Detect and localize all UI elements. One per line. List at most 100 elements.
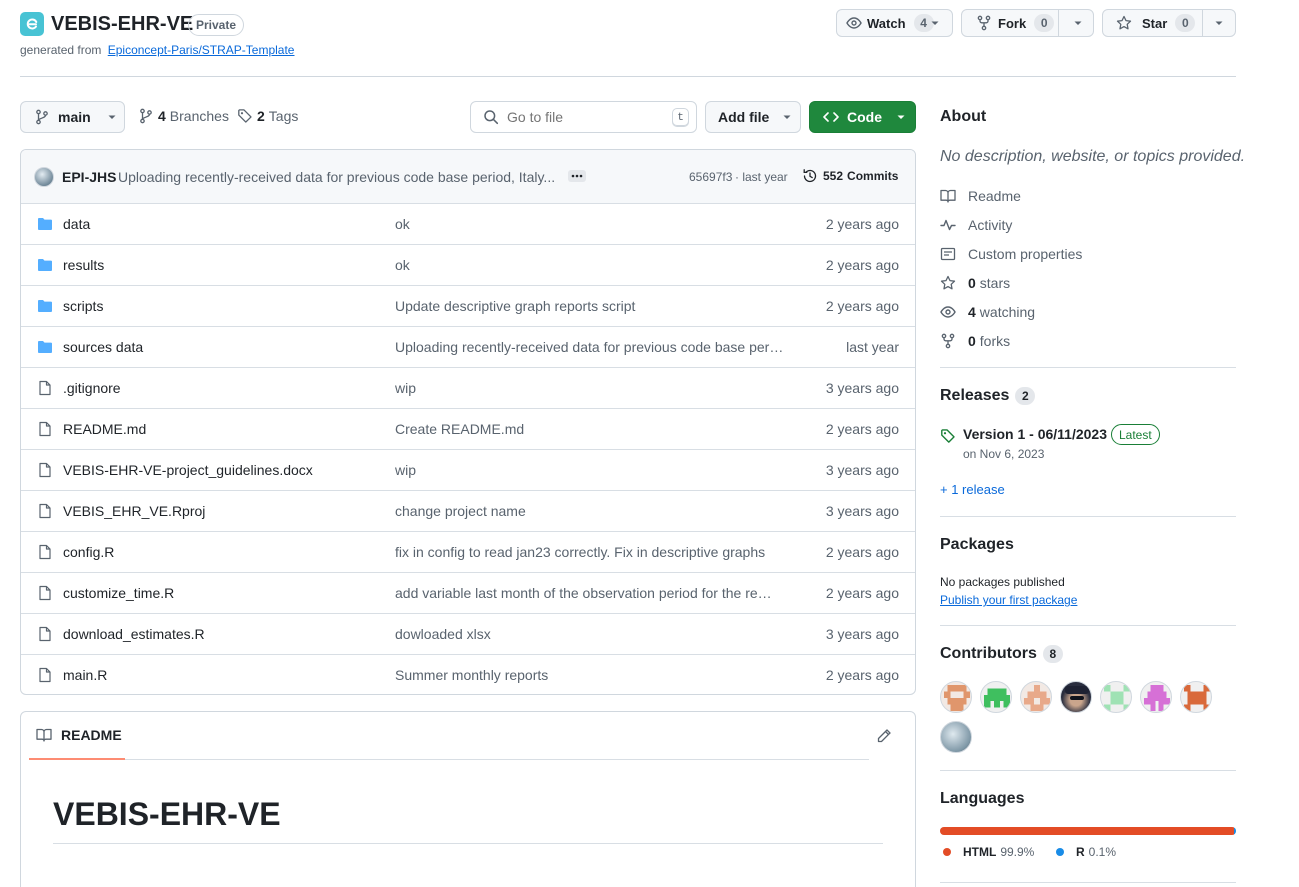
avatar[interactable] [1140,681,1172,713]
file-name[interactable]: .gitignore [63,380,121,396]
fork-button[interactable]: Fork 0 [962,10,1059,36]
file-commit-message[interactable]: Uploading recently-received data for pre… [395,339,785,355]
pulse-icon [940,217,968,233]
latest-badge: Latest [1111,424,1160,445]
fork-button-group: Fork 0 [961,9,1094,37]
file-icon [37,544,53,560]
about-description: No description, website, or topics provi… [940,148,1246,165]
add-file-button[interactable]: Add file [705,101,801,133]
file-icon [37,421,53,437]
avatar[interactable] [1060,681,1092,713]
visibility-badge: Private [188,14,245,36]
file-commit-message[interactable]: change project name [395,503,790,519]
file-row[interactable]: VEBIS-EHR-VE-project_guidelines.docx wip… [21,449,915,490]
avatar[interactable] [1020,681,1052,713]
activity-link[interactable]: Activity [940,215,1012,235]
file-commit-message[interactable]: Create README.md [395,421,790,437]
readme-link[interactable]: Readme [940,186,1021,206]
file-commit-message[interactable]: wip [395,380,790,396]
publish-package-link[interactable]: Publish your first package [940,593,1077,607]
languages-title: Languages [940,790,1025,807]
file-name[interactable]: VEBIS-EHR-VE-project_guidelines.docx [63,462,313,478]
releases-title[interactable]: Releases 2 [940,387,1036,405]
language-item[interactable]: HTML 99.9% [943,845,1034,859]
releases-count: 2 [1015,387,1036,405]
file-row[interactable]: data ok 2 years ago [21,203,915,244]
file-name[interactable]: download_estimates.R [63,626,205,642]
watching-count: 4 [968,304,976,320]
file-commit-message[interactable]: dowloaded xlsx [395,626,790,642]
fork-dropdown-icon[interactable] [1072,17,1084,29]
file-row[interactable]: results ok 2 years ago [21,244,915,285]
file-commit-message[interactable]: Update descriptive graph reports script [395,298,790,314]
readme-tab[interactable]: README [29,712,125,760]
language-item[interactable]: R 0.1% [1056,845,1116,859]
template-link[interactable]: Epiconcept-Paris/STRAP-Template [108,43,295,57]
avatar[interactable] [940,721,972,753]
code-button[interactable]: Code [809,101,916,133]
avatar[interactable] [980,681,1012,713]
file-name[interactable]: sources data [63,339,143,355]
file-row[interactable]: config.R fix in config to read jan23 cor… [21,531,915,572]
avatar[interactable] [940,681,972,713]
commit-time: · last year [735,170,788,184]
search-input[interactable] [507,109,657,125]
tag-icon [940,428,956,444]
release-name[interactable]: Version 1 - 06/11/2023 [963,426,1107,442]
file-name[interactable]: main.R [63,667,107,683]
file-commit-message[interactable]: ok [395,257,790,273]
commits-link[interactable]: 552 Commits [802,168,898,184]
file-commit-message[interactable]: wip [395,462,790,478]
avatar[interactable] [1100,681,1132,713]
file-commit-message[interactable]: Summer monthly reports [395,667,790,683]
file-name[interactable]: results [63,257,104,273]
repo-name[interactable]: VEBIS-EHR-VE [51,13,193,36]
file-name[interactable]: data [63,216,90,232]
file-row[interactable]: download_estimates.R dowloaded xlsx 3 ye… [21,613,915,654]
stars-count: 0 [968,275,976,291]
watch-dropdown-icon[interactable] [929,17,941,29]
file-name[interactable]: config.R [63,544,114,560]
file-row[interactable]: main.R Summer monthly reports 2 years ag… [21,654,915,694]
go-to-file-search[interactable]: t [470,101,697,133]
commit-hash[interactable]: 65697f3 [689,170,732,184]
file-commit-message[interactable]: fix in config to read jan23 correctly. F… [395,544,785,560]
file-name[interactable]: README.md [63,421,146,437]
activity-label: Activity [968,217,1013,233]
file-row[interactable]: VEBIS_EHR_VE.Rproj change project name 3… [21,490,915,531]
tags-link[interactable]: 2 Tags [237,108,298,124]
file-row[interactable]: .gitignore wip 3 years ago [21,367,915,408]
file-name[interactable]: scripts [63,298,103,314]
readme-heading-rule [53,843,883,844]
file-commit-message[interactable]: add variable last month of the observati… [395,585,777,601]
file-row[interactable]: customize_time.R add variable last month… [21,572,915,613]
contributors-title[interactable]: Contributors 8 [940,645,1063,663]
avatar[interactable] [1180,681,1212,713]
edit-icon[interactable] [876,728,892,744]
book-icon [940,188,968,204]
watch-button[interactable]: Watch 4 [837,10,934,36]
file-name[interactable]: customize_time.R [63,585,174,601]
file-commit-message[interactable]: ok [395,216,790,232]
avatar[interactable] [34,167,54,187]
custom-properties-link[interactable]: Custom properties [940,244,1082,264]
branch-selector[interactable]: main [20,101,125,133]
stars-link[interactable]: 0 stars [940,273,1010,293]
more-releases-link[interactable]: + 1 release [940,482,1005,497]
file-row[interactable]: sources data Uploading recently-received… [21,326,915,367]
commit-message[interactable]: Uploading recently-received data for pre… [118,169,558,185]
file-age: 3 years ago [825,503,899,519]
file-row[interactable]: README.md Create README.md 2 years ago [21,408,915,449]
file-name[interactable]: VEBIS_EHR_VE.Rproj [63,503,205,519]
forks-link[interactable]: 0 forks [940,331,1010,351]
file-age: 2 years ago [825,544,899,560]
ellipsis-button[interactable] [568,170,586,182]
branches-link[interactable]: 4 Branches [138,108,229,124]
file-row[interactable]: scripts Update descriptive graph reports… [21,285,915,326]
folder-icon [37,339,53,355]
packages-title[interactable]: Packages [940,536,1014,554]
star-dropdown-icon[interactable] [1213,17,1225,29]
star-button[interactable]: Star 0 [1103,10,1203,36]
watching-link[interactable]: 4 watching [940,302,1035,322]
commit-author[interactable]: EPI-JHS [62,169,116,185]
